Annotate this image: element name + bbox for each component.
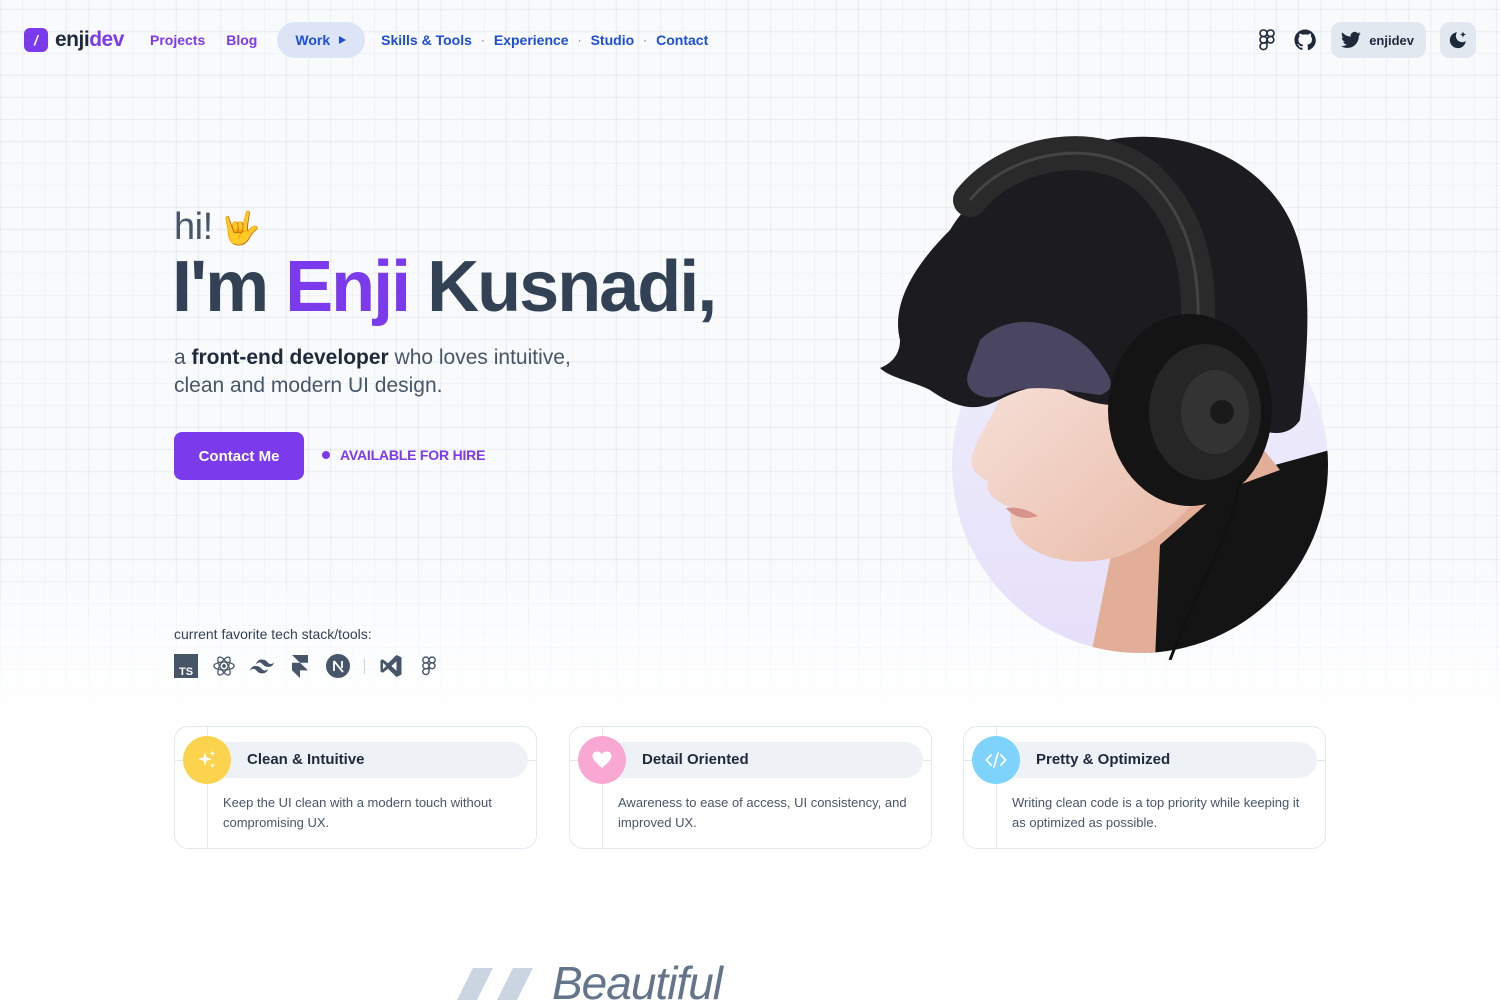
github-icon[interactable] (1293, 28, 1317, 52)
greeting-text: hi! (174, 206, 213, 248)
moon-sparkle-icon (1449, 31, 1466, 49)
logo-badge: / (24, 28, 48, 52)
hero-greeting: hi! 🤟 (174, 206, 260, 249)
react-icon[interactable] (212, 654, 236, 678)
code-icon (972, 736, 1020, 784)
logo-text-part1: enji (55, 28, 90, 51)
nav-studio[interactable]: Studio (591, 32, 635, 48)
hero-name-first: Enji (285, 247, 411, 327)
site-header: / enjidev Projects Blog Work Skills & To… (0, 0, 1500, 80)
logo-text-part2: dev (89, 28, 124, 51)
twitter-handle: enjidev (1369, 32, 1414, 48)
sparkles-icon (183, 736, 231, 784)
nav-work-toggle[interactable]: Work (277, 22, 366, 58)
hero-name-last: Kusnadi, (409, 247, 717, 327)
tech-stack-divider (364, 658, 365, 674)
heart-icon (578, 736, 626, 784)
figma-icon[interactable] (417, 654, 441, 678)
portrait-illustration (880, 136, 1328, 660)
card-description: Keep the UI clean with a modern touch wi… (223, 795, 492, 830)
feature-card-detail: Detail Oriented Awareness to ease of acc… (569, 726, 932, 849)
status-dot (322, 451, 330, 459)
tailwind-icon[interactable] (250, 654, 274, 678)
figma-icon[interactable] (1255, 28, 1279, 52)
hero-description: a front-end developer who loves intuitiv… (174, 344, 594, 400)
twitter-icon (1341, 31, 1361, 48)
header-actions: enjidev (1255, 22, 1476, 58)
hero-desc-a: a (174, 346, 192, 369)
nav-contact[interactable]: Contact (656, 32, 708, 48)
nav-projects[interactable]: Projects (150, 32, 205, 48)
card-description: Awareness to ease of access, UI consiste… (618, 795, 907, 830)
feature-card-optimized: Pretty & Optimized Writing clean code is… (963, 726, 1326, 849)
nav-separator: · (577, 33, 582, 47)
tech-stack-icons: TS (174, 654, 441, 678)
nav-separator: · (480, 33, 485, 47)
hero-desc-bold: front-end developer (191, 346, 389, 369)
typescript-icon[interactable]: TS (174, 654, 198, 678)
nextjs-icon[interactable] (326, 654, 350, 678)
hero-name: I'm Enji Kusnadi, (172, 246, 717, 328)
nav-separator: · (643, 33, 648, 47)
nav-experience[interactable]: Experience (494, 32, 569, 48)
contact-me-button[interactable]: Contact Me (174, 432, 304, 480)
section-heading-teaser: Beautiful (552, 957, 723, 1000)
play-arrow-icon (339, 36, 347, 44)
logo-text: enjidev (55, 28, 124, 52)
main-nav: Projects Blog Work Skills & Tools · Expe… (150, 22, 708, 58)
nav-skills[interactable]: Skills & Tools (381, 32, 472, 48)
card-title: Clean & Intuitive (247, 751, 365, 768)
tech-stack-label: current favorite tech stack/tools: (174, 626, 372, 642)
framer-icon[interactable] (288, 654, 312, 678)
feature-card-clean: Clean & Intuitive Keep the UI clean with… (174, 726, 537, 849)
nav-work-label: Work (295, 32, 331, 48)
theme-toggle-button[interactable] (1440, 22, 1476, 58)
site-logo[interactable]: / enjidev (24, 28, 124, 52)
svg-text:TS: TS (179, 666, 193, 678)
twitter-button[interactable]: enjidev (1331, 22, 1426, 58)
nav-blog[interactable]: Blog (226, 32, 257, 48)
vscode-icon[interactable] (379, 654, 403, 678)
card-title: Detail Oriented (642, 751, 749, 768)
card-description: Writing clean code is a top priority whi… (1012, 795, 1300, 830)
quote-mark-icon (457, 968, 533, 1000)
availability-status: AVAILABLE FOR HIRE (322, 447, 485, 463)
hero-name-prefix: I'm (172, 247, 286, 327)
availability-text: AVAILABLE FOR HIRE (340, 447, 486, 463)
card-title: Pretty & Optimized (1036, 751, 1171, 768)
rock-hand-emoji-icon: 🤟 (220, 209, 261, 246)
